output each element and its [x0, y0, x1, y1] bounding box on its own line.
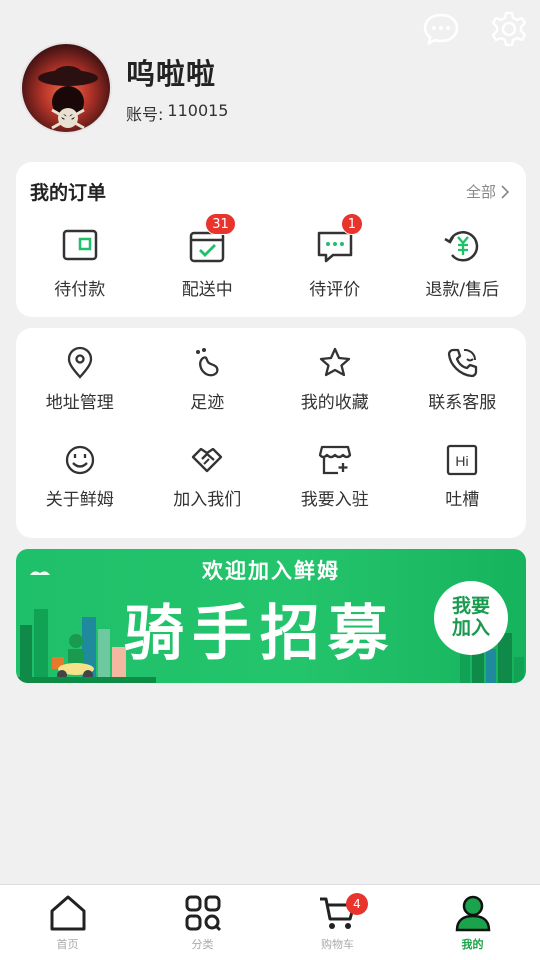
- rider-recruitment-banner[interactable]: 欢迎加入鲜姆 骑手招募 我要 加入: [16, 549, 526, 683]
- avatar[interactable]: [20, 42, 112, 134]
- comment-icon: 1: [315, 213, 364, 265]
- tab-label: 购物车: [321, 938, 354, 951]
- service-label: 我的收藏: [300, 393, 369, 413]
- location-icon: [63, 346, 97, 380]
- service-join-us[interactable]: 加入我们: [144, 443, 272, 510]
- join-line-2: 加入: [451, 617, 490, 639]
- service-label: 足迹: [190, 393, 225, 413]
- tab-mine[interactable]: 我的: [405, 885, 540, 960]
- tab-label: 分类: [191, 938, 214, 951]
- header-actions: [422, 10, 528, 48]
- service-about[interactable]: 关于鲜姆: [16, 443, 144, 510]
- handshake-icon: [190, 443, 224, 477]
- order-refund-after-sales[interactable]: 退款/售后: [402, 225, 522, 300]
- star-icon: [318, 346, 352, 380]
- order-label: 待付款: [54, 280, 106, 300]
- service-customer-support[interactable]: 联系客服: [399, 346, 527, 413]
- profile-header: 呜啦啦 账号: 110015: [20, 42, 228, 134]
- tab-category[interactable]: 分类: [135, 885, 270, 960]
- category-icon: [183, 893, 223, 933]
- service-label: 联系客服: [428, 393, 497, 413]
- service-favorites[interactable]: 我的收藏: [271, 346, 399, 413]
- review-count-badge: 1: [340, 213, 364, 235]
- service-footprint[interactable]: 足迹: [144, 346, 272, 413]
- order-delivering[interactable]: 31 配送中: [147, 213, 267, 300]
- tab-label: 首页: [56, 938, 79, 951]
- order-label: 退款/售后: [425, 280, 500, 300]
- order-to-review[interactable]: 1 待评价: [275, 213, 395, 300]
- tab-cart[interactable]: 4 购物车: [270, 885, 405, 960]
- refund-icon: [442, 225, 482, 265]
- banner-subtitle: 欢迎加入鲜姆: [202, 559, 340, 583]
- wallet-icon: [60, 225, 100, 265]
- account-id: 账号: 110015: [126, 101, 228, 125]
- services-card: 地址管理 足迹 我的收藏 联系客服 关于鲜姆 加入我们 我要入驻 Hi 吐槽: [16, 328, 526, 538]
- my-orders-card: 我的订单 全部 待付款 31 配送中 1 待评价 退款/售后: [16, 162, 526, 317]
- storefront-icon: [318, 443, 352, 477]
- orders-all-label: 全部: [465, 183, 496, 201]
- footprint-icon: [190, 346, 224, 380]
- service-label: 加入我们: [173, 490, 242, 510]
- banner-title: 骑手招募: [124, 599, 396, 669]
- customer-service-icon: [445, 346, 479, 380]
- service-feedback[interactable]: Hi 吐槽: [399, 443, 527, 510]
- orders-title: 我的订单: [30, 182, 107, 204]
- chevron-right-icon: [500, 184, 510, 199]
- svg-text:Hi: Hi: [456, 453, 469, 469]
- orders-all-link[interactable]: 全部: [466, 181, 510, 202]
- service-merchant-join[interactable]: 我要入驻: [271, 443, 399, 510]
- account-label: 账号:: [126, 105, 164, 124]
- join-line-1: 我要: [451, 595, 490, 618]
- order-label: 配送中: [181, 280, 233, 300]
- tab-home[interactable]: 首页: [0, 885, 135, 960]
- bottom-tab-bar: 首页 分类 4 购物车 我的: [0, 884, 540, 960]
- settings-icon[interactable]: [490, 10, 528, 48]
- smile-icon: [63, 443, 97, 477]
- order-pending-payment[interactable]: 待付款: [20, 225, 140, 300]
- service-label: 我要入驻: [300, 490, 369, 510]
- service-label: 关于鲜姆: [45, 490, 114, 510]
- account-value: 110015: [167, 101, 229, 120]
- cart-count-badge: 4: [346, 893, 368, 915]
- order-label: 待评价: [309, 280, 361, 300]
- service-label: 地址管理: [45, 393, 114, 413]
- feedback-icon: Hi: [445, 443, 479, 477]
- user-icon: [453, 893, 493, 933]
- service-label: 吐槽: [445, 490, 480, 510]
- home-icon: [48, 893, 88, 933]
- join-now-button[interactable]: 我要 加入: [434, 581, 508, 655]
- message-icon[interactable]: [422, 10, 460, 48]
- username: 呜啦啦: [126, 57, 217, 91]
- delivery-box-icon: 31: [187, 213, 236, 265]
- delivering-count-badge: 31: [205, 213, 236, 235]
- tab-label: 我的: [461, 938, 484, 951]
- service-address-management[interactable]: 地址管理: [16, 346, 144, 413]
